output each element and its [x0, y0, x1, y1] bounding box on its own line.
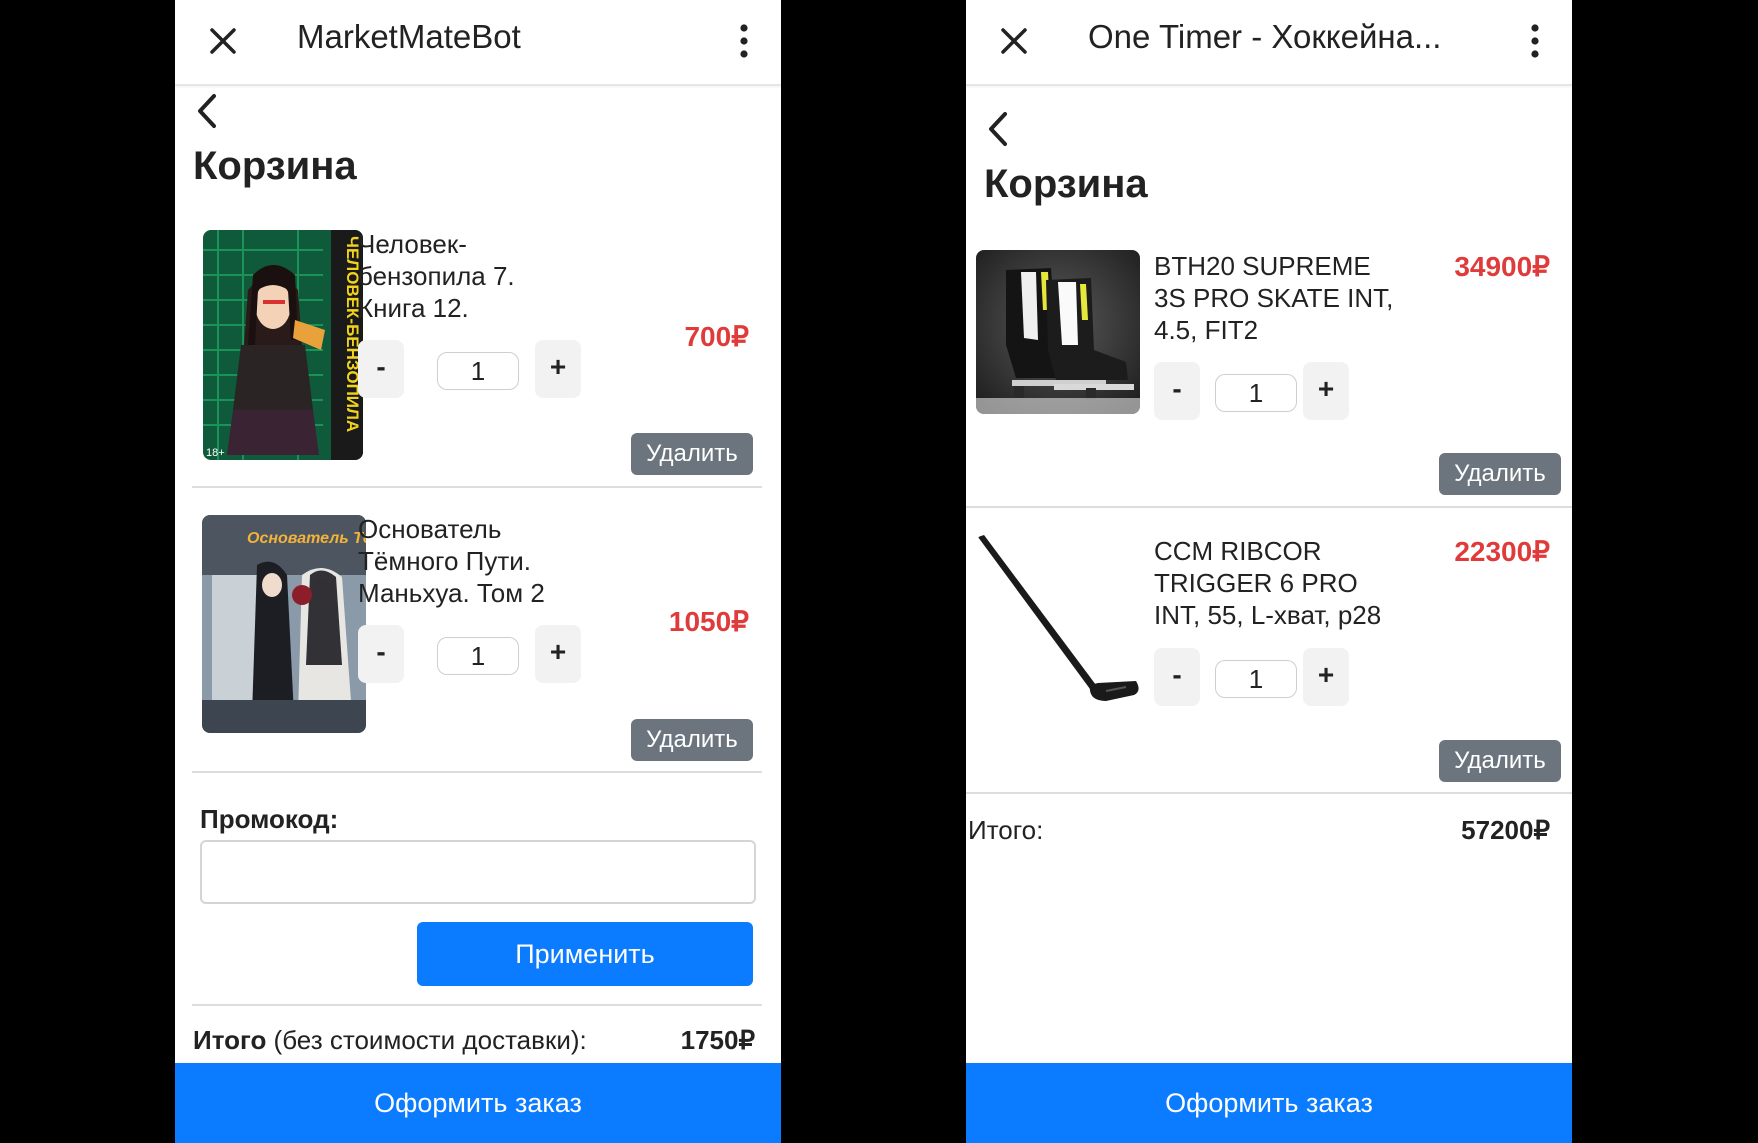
total-label: Итого: [968, 815, 1044, 845]
item-divider [966, 506, 1572, 508]
increase-qty-button[interactable]: + [1303, 362, 1349, 420]
item-price: 34900₽ [1454, 251, 1550, 282]
item-price: 22300₽ [1454, 536, 1550, 567]
delete-item-button[interactable]: Удалить [631, 433, 753, 475]
cart-heading: Корзина [984, 162, 1148, 206]
item-divider [966, 792, 1572, 794]
section-divider [192, 1004, 762, 1006]
product-image-chainsaw-man[interactable]: ЧЕЛОВЕК-БЕНЗОПИЛА 18+ [203, 230, 363, 460]
total-label: Итого (без стоимости доставки): [193, 1025, 587, 1056]
decrease-qty-button[interactable]: - [358, 625, 404, 683]
decrease-qty-button[interactable]: - [1154, 648, 1200, 706]
product-image-hockey-stick[interactable] [976, 535, 1140, 710]
cover-title-text: Основатель Тёмного Пути [247, 530, 366, 547]
decrease-qty-button[interactable]: - [358, 340, 404, 398]
app-header: One Timer - Хоккейна... [966, 0, 1572, 86]
total-label-bold: Итого [193, 1025, 267, 1055]
increase-qty-button[interactable]: + [535, 625, 581, 683]
promo-input[interactable] [200, 840, 756, 904]
total-label-rest: (без стоимости доставки): [266, 1025, 587, 1055]
app-header: MarketMateBot [175, 0, 781, 86]
item-divider [192, 486, 762, 488]
apply-promo-button[interactable]: Применить [417, 922, 753, 986]
qty-input[interactable]: 1 [1215, 374, 1297, 412]
more-vert-icon[interactable] [1528, 22, 1542, 60]
page-title: MarketMateBot [297, 18, 521, 55]
qty-input[interactable]: 1 [437, 352, 519, 390]
back-chevron-icon[interactable] [192, 90, 220, 132]
place-order-button[interactable]: Оформить заказ [175, 1063, 781, 1143]
promo-label: Промокод: [200, 804, 339, 834]
increase-qty-button[interactable]: + [1303, 648, 1349, 706]
screen-one-timer: One Timer - Хоккейна... Корзина BTH20 SU… [966, 0, 1572, 1143]
delete-item-button[interactable]: Удалить [1439, 740, 1561, 782]
total-value: 57200₽ [1461, 815, 1550, 845]
page-title: One Timer - Хоккейна... [1088, 18, 1442, 55]
increase-qty-button[interactable]: + [535, 340, 581, 398]
decrease-qty-button[interactable]: - [1154, 362, 1200, 420]
close-icon[interactable] [995, 22, 1033, 60]
delete-item-button[interactable]: Удалить [1439, 453, 1561, 495]
qty-input[interactable]: 1 [1215, 660, 1297, 698]
product-image-skates[interactable] [976, 250, 1140, 414]
product-image-grandmaster[interactable]: Основатель Тёмного Пути [202, 515, 366, 733]
back-chevron-icon[interactable] [983, 108, 1011, 150]
close-icon[interactable] [204, 22, 242, 60]
screen-marketmatebot: MarketMateBot Корзина ЧЕЛОВЕК-БЕНЗОПИЛА … [175, 0, 781, 1143]
qty-input[interactable]: 1 [437, 637, 519, 675]
total-value: 1750₽ [680, 1025, 755, 1055]
age-rating: 18+ [206, 447, 225, 459]
item-price: 700₽ [684, 321, 749, 352]
place-order-button[interactable]: Оформить заказ [966, 1063, 1572, 1143]
item-name: Основатель Тёмного Пути. Маньхуа. Том 2 [358, 514, 545, 608]
item-divider [192, 771, 762, 773]
more-vert-icon[interactable] [737, 22, 751, 60]
delete-item-button[interactable]: Удалить [631, 719, 753, 761]
item-name: Человек-бензопила 7. Книга 12. [358, 229, 515, 323]
item-price: 1050₽ [668, 606, 749, 637]
cart-heading: Корзина [193, 144, 357, 188]
